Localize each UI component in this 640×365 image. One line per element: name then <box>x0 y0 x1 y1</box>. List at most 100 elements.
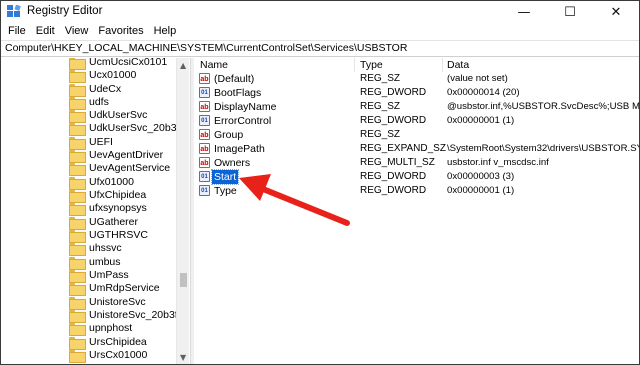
tree-item[interactable]: UevAgentService <box>69 161 170 176</box>
tree-item-label: upnphost <box>89 322 133 334</box>
value-type: REG_SZ <box>360 101 401 112</box>
tree-item-label: UnistoreSvc <box>89 296 146 308</box>
tree-item-label: UEFI <box>89 136 113 148</box>
value-data: usbstor.inf v_mscdsc.inf <box>447 157 549 168</box>
tree-item[interactable]: UfxChipidea <box>69 188 147 203</box>
tree-item[interactable]: umbus <box>69 255 121 270</box>
tree-item[interactable]: Ucx01000 <box>69 68 137 83</box>
folder-icon <box>69 269 86 283</box>
tree-item[interactable]: UmPass <box>69 268 129 283</box>
tree-item[interactable]: Ufx01000 <box>69 175 134 190</box>
tree-item-label: UnistoreSvc_20b3fd7 <box>89 309 189 321</box>
value-type: REG_MULTI_SZ <box>360 157 435 168</box>
scroll-down-arrow-icon[interactable]: ▼ <box>180 353 186 362</box>
minimize-button[interactable]: — <box>501 1 547 23</box>
menu-favorites[interactable]: Favorites <box>93 23 148 40</box>
tree-item[interactable]: UrsChipidea <box>69 335 147 350</box>
value-row-start-selected[interactable]: 01 Start REG_DWORD 0x00000003 (3) <box>194 169 639 185</box>
tree-item[interactable]: UdkUserSvc_20b3fd7 <box>69 121 189 136</box>
tree-item-label: UmRdpService <box>89 282 160 294</box>
tree-item-label: ufxsynopsys <box>89 202 147 214</box>
menu-bar: File Edit View Favorites Help <box>1 23 639 40</box>
value-row[interactable]: ab ImagePath REG_EXPAND_SZ \SystemRoot\S… <box>194 142 639 156</box>
tree-item[interactable]: udfs <box>69 95 109 110</box>
value-row[interactable]: ab Owners REG_MULTI_SZ usbstor.inf v_msc… <box>194 156 639 170</box>
value-data: 0x00000001 (1) <box>447 185 515 196</box>
column-divider[interactable] <box>442 58 443 72</box>
value-row[interactable]: ab Group REG_SZ <box>194 128 639 142</box>
close-button[interactable]: ✕ <box>593 1 639 23</box>
tree-item-label: UevAgentDriver <box>89 149 164 161</box>
folder-icon <box>69 322 86 336</box>
value-row[interactable]: ab (Default) REG_SZ (value not set) <box>194 72 639 86</box>
tree-item[interactable]: UnistoreSvc_20b3fd7 <box>69 308 189 323</box>
tree-item[interactable]: ufxsynopsys <box>69 201 147 216</box>
column-divider[interactable] <box>354 58 355 72</box>
column-header-type[interactable]: Type <box>360 58 383 72</box>
tree-item-label: UmPass <box>89 269 129 281</box>
reg-string-icon: ab <box>199 73 210 84</box>
value-data: 0x00000001 (1) <box>447 115 515 126</box>
tree-item-label: udfs <box>89 96 109 108</box>
value-type: REG_DWORD <box>360 171 427 182</box>
folder-icon <box>69 83 86 97</box>
value-name[interactable]: Start <box>210 169 240 185</box>
address-bar[interactable]: Computer\HKEY_LOCAL_MACHINE\SYSTEM\Curre… <box>1 40 639 57</box>
folder-icon <box>69 176 86 190</box>
column-header-name[interactable]: Name <box>200 58 228 72</box>
maximize-button[interactable]: ☐ <box>547 1 593 23</box>
tree-item-label: UcmUcsiCx0101 <box>89 58 168 68</box>
folder-icon <box>69 96 86 110</box>
value-name: BootFlags <box>214 87 262 99</box>
tree-item[interactable]: UGTHRSVC <box>69 228 148 243</box>
tree-item[interactable]: UdkUserSvc <box>69 108 147 123</box>
tree-item[interactable]: UGatherer <box>69 215 139 230</box>
tree-item-label: UGatherer <box>89 216 139 228</box>
scrollbar-thumb[interactable] <box>180 273 187 287</box>
scroll-up-arrow-icon[interactable]: ▲ <box>180 61 186 70</box>
tree-scrollbar[interactable]: ▲ ▼ <box>176 58 189 364</box>
value-data: (value not set) <box>447 73 508 84</box>
folder-icon <box>69 136 86 150</box>
title-bar[interactable]: Registry Editor — ☐ ✕ <box>1 1 639 23</box>
tree-item[interactable]: UevAgentDriver <box>69 148 164 163</box>
key-tree: UcmUcsiCx0101 Ucx01000 UdeCx udfs UdkUse… <box>1 58 189 364</box>
folder-icon <box>69 349 86 363</box>
value-name: ErrorControl <box>214 115 272 127</box>
folder-icon <box>69 189 86 203</box>
value-row[interactable]: 01 ErrorControl REG_DWORD 0x00000001 (1) <box>194 114 639 128</box>
reg-dword-icon: 01 <box>199 115 210 126</box>
tree-item-label: umbus <box>89 256 121 268</box>
value-name: ImagePath <box>214 143 265 155</box>
tree-item-label: Ufx01000 <box>89 176 134 188</box>
value-name: Type <box>214 185 237 197</box>
registry-editor-window: Registry Editor — ☐ ✕ File Edit View Fav… <box>0 0 640 365</box>
registry-editor-icon <box>7 5 21 17</box>
menu-file[interactable]: File <box>3 23 31 40</box>
value-row[interactable]: 01 Type REG_DWORD 0x00000001 (1) <box>194 184 639 198</box>
tree-item[interactable]: UmRdpService <box>69 281 160 296</box>
value-data: 0x00000003 (3) <box>447 171 515 182</box>
folder-icon <box>69 122 86 136</box>
tree-item[interactable]: UdeCx <box>69 82 121 97</box>
tree-item[interactable]: upnphost <box>69 321 133 336</box>
tree-item-label: UfxChipidea <box>89 189 147 201</box>
tree-item-label: UGTHRSVC <box>89 229 148 241</box>
window-title: Registry Editor <box>27 5 103 17</box>
folder-icon <box>69 216 86 230</box>
folder-icon <box>69 109 86 123</box>
tree-item[interactable]: uhssvc <box>69 241 122 256</box>
folder-icon <box>69 69 86 83</box>
tree-item-label: uhssvc <box>89 242 122 254</box>
tree-item[interactable]: UnistoreSvc <box>69 295 146 310</box>
menu-edit[interactable]: Edit <box>31 23 60 40</box>
tree-item-label: Ucx01000 <box>89 69 137 81</box>
tree-item[interactable]: UEFI <box>69 135 113 150</box>
value-row[interactable]: 01 BootFlags REG_DWORD 0x00000014 (20) <box>194 86 639 100</box>
folder-icon <box>69 242 86 256</box>
value-row[interactable]: ab DisplayName REG_SZ @usbstor.inf,%USBS… <box>194 100 639 114</box>
column-header-data[interactable]: Data <box>447 58 469 72</box>
menu-help[interactable]: Help <box>149 23 182 40</box>
menu-view[interactable]: View <box>60 23 94 40</box>
tree-item[interactable]: UrsCx01000 <box>69 348 147 363</box>
